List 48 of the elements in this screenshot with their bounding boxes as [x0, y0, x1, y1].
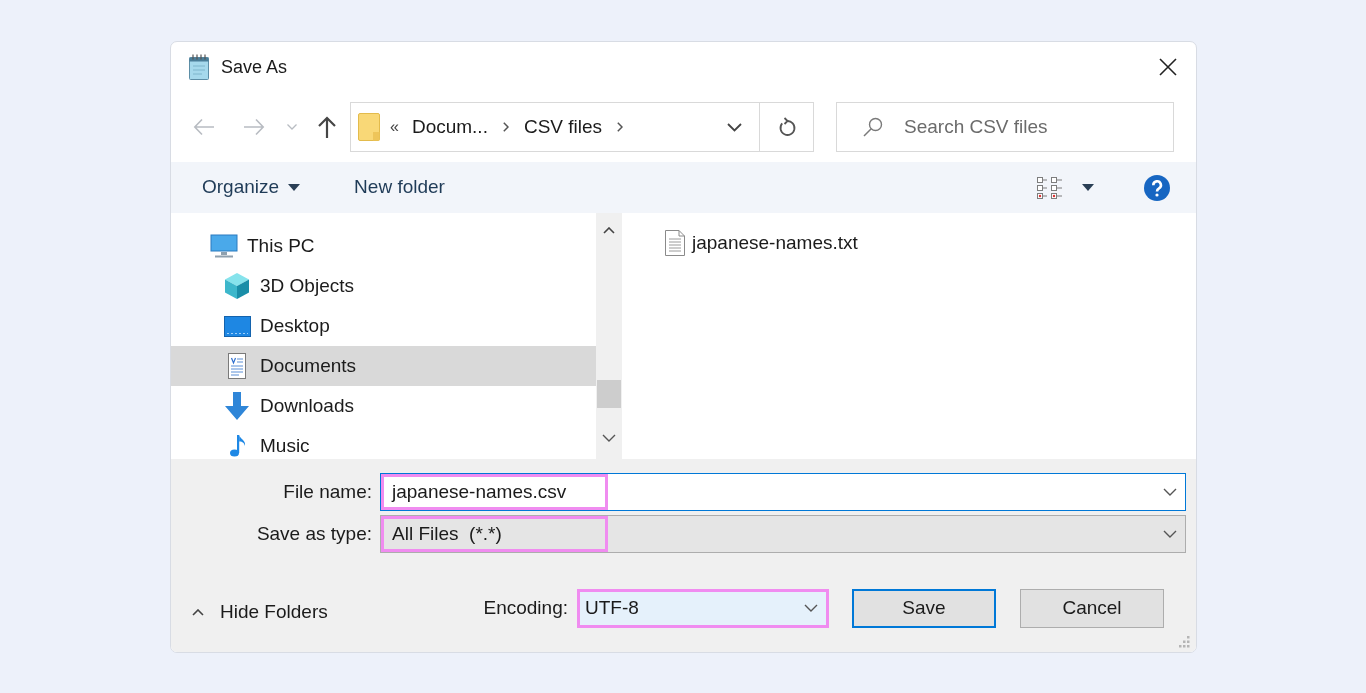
file-type-dropdown[interactable]: All Files (*.*)	[380, 515, 1186, 553]
breadcrumb-overflow[interactable]: «	[390, 117, 399, 137]
help-icon[interactable]	[1144, 174, 1170, 201]
chevron-right-icon[interactable]	[502, 122, 509, 132]
text-file-icon	[665, 230, 685, 256]
chevron-down-icon[interactable]	[804, 604, 818, 612]
close-icon[interactable]	[1159, 58, 1177, 76]
view-options-icon[interactable]	[1037, 176, 1063, 199]
breadcrumb-item[interactable]: CSV files	[523, 115, 603, 139]
chevron-down-icon[interactable]	[726, 122, 742, 132]
resize-grip-icon[interactable]	[1178, 636, 1190, 648]
desktop-icon	[224, 315, 251, 337]
toolbar-button[interactable]: Organize	[200, 173, 303, 202]
cancel-button[interactable]: Cancel	[1020, 588, 1164, 628]
search-icon	[863, 117, 883, 137]
field-label: Save as type:	[256, 522, 372, 546]
document-icon	[228, 353, 246, 379]
toolbar-button[interactable]: New folder	[352, 173, 447, 202]
chevron-up-icon[interactable]	[603, 227, 615, 234]
cube-icon	[224, 272, 250, 300]
nav-item[interactable]: Documents	[171, 346, 596, 386]
highlighted-value: All Files (*.*)	[381, 516, 608, 552]
field-label: Encoding:	[483, 596, 568, 620]
search-field[interactable]: Search CSV files	[836, 102, 1174, 152]
address-bar[interactable]: « Docum... CSV files	[350, 102, 814, 152]
caret-up-icon[interactable]	[192, 608, 204, 616]
highlighted-value: japanese-names.csv	[381, 474, 608, 510]
up-arrow-icon[interactable]	[317, 116, 337, 138]
chevron-right-icon[interactable]	[617, 122, 624, 132]
monitor-icon	[210, 234, 238, 258]
chevron-down-icon[interactable]	[1163, 530, 1177, 538]
music-note-icon	[230, 435, 246, 457]
down-arrow-icon	[224, 392, 250, 420]
scrollbar-thumb[interactable]	[597, 380, 621, 408]
notepad-icon	[187, 54, 211, 80]
chevron-down-icon[interactable]	[602, 434, 616, 442]
encoding-dropdown[interactable]: UTF-8	[577, 588, 829, 628]
folder-icon	[358, 113, 380, 141]
window-title: Save As	[221, 56, 288, 79]
chevron-down-icon[interactable]	[1163, 488, 1177, 496]
breadcrumb-item[interactable]: Docum...	[411, 115, 488, 139]
save-button[interactable]: Save	[852, 588, 996, 628]
caret-down-icon[interactable]	[1082, 184, 1094, 191]
field-label: File name:	[283, 480, 372, 504]
file-item[interactable]: japanese-names.txt	[665, 230, 858, 256]
refresh-icon[interactable]	[777, 117, 796, 137]
hide-folders-button[interactable]: Hide Folders	[192, 600, 328, 624]
file-name-field[interactable]: japanese-names.csv	[380, 473, 1186, 511]
